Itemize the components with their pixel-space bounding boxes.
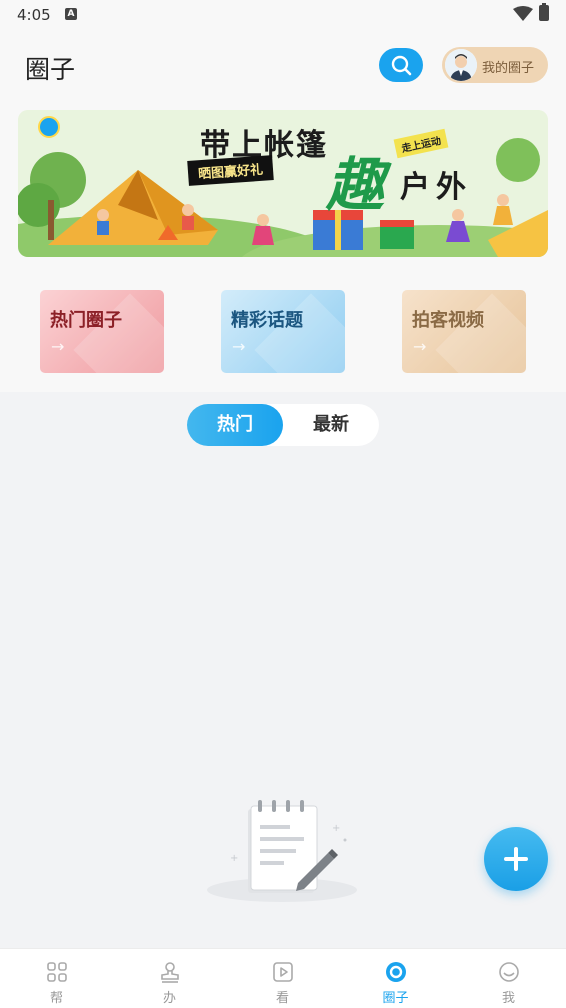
nav-item-circle[interactable]: 圈子 [339, 949, 452, 1008]
nav-label: 我 [501, 991, 515, 1006]
nav-label: 圈子 [382, 991, 409, 1006]
search-button[interactable] [379, 48, 423, 82]
user-avatar-icon [445, 49, 477, 81]
stamp-icon [161, 962, 179, 983]
banner-logo [38, 116, 60, 138]
hot-circles-card[interactable]: 热门圈子 → [40, 290, 164, 373]
card-label: 拍客视频 [412, 310, 484, 331]
nav-label: 看 [275, 991, 289, 1006]
nav-item-me[interactable]: 我 [452, 949, 565, 1008]
svg-text:+: + [332, 823, 340, 834]
grid-icon [47, 962, 67, 982]
tab-hot[interactable]: 热门 [187, 404, 283, 446]
battery-icon [539, 3, 549, 21]
my-circle-label: 我的圈子 [482, 61, 535, 76]
card-label: 精彩话题 [231, 310, 303, 331]
empty-notebook-icon: + + [207, 800, 357, 902]
topics-card[interactable]: 精彩话题 → [221, 290, 345, 373]
notification-icon: A [65, 8, 77, 20]
add-post-button[interactable] [484, 827, 548, 891]
nav-item-help[interactable]: 帮 [0, 949, 113, 1008]
promo-banner[interactable]: 带上帐篷 晒图赢好礼 走上运动 趣 户外 [18, 110, 548, 257]
plus-icon [504, 847, 528, 871]
videos-card[interactable]: 拍客视频 → [402, 290, 526, 373]
banner-subtitle: 户外 [400, 170, 472, 205]
circle-icon [386, 962, 406, 982]
status-time: 4:05 [17, 6, 51, 24]
my-circle-button[interactable]: 我的圈子 [442, 47, 548, 83]
svg-text:+: + [230, 853, 238, 864]
banner-big-char: 趣 [326, 151, 385, 219]
arrow-right-icon: → [51, 337, 65, 356]
search-icon [391, 55, 412, 76]
tab-latest[interactable]: 最新 [283, 404, 379, 446]
status-bar: 4:05 A [0, 0, 566, 30]
play-icon [273, 962, 293, 982]
nav-item-watch[interactable]: 看 [226, 949, 339, 1008]
arrow-right-icon: → [232, 337, 246, 356]
card-label: 热门圈子 [50, 310, 122, 331]
page-title: 圈子 [25, 55, 76, 84]
bottom-nav: 帮 办 看 圈子 我 [0, 948, 566, 1008]
nav-label: 帮 [49, 991, 63, 1006]
avatar [445, 49, 477, 81]
nav-item-service[interactable]: 办 [113, 949, 226, 1008]
arrow-right-icon: → [413, 337, 427, 356]
nav-label: 办 [162, 991, 176, 1006]
smile-icon [499, 962, 519, 982]
wifi-icon [513, 6, 533, 21]
feed-tabs: 热门 最新 [187, 404, 379, 446]
